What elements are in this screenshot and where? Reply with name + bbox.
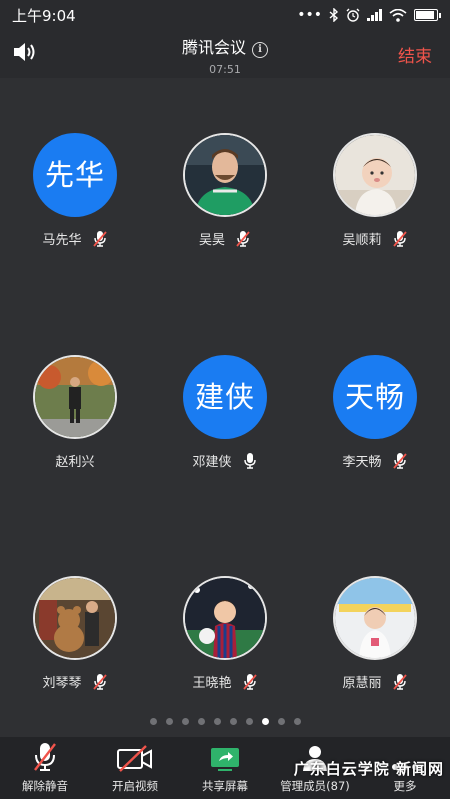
watermark: 广东白云学院 新闻网	[293, 760, 444, 778]
avatar	[33, 576, 117, 660]
mic-muted-icon	[392, 452, 407, 469]
participant-tile[interactable]: 先华 马先华	[0, 133, 150, 248]
participant-tile[interactable]: 刘琴琴	[0, 576, 150, 691]
participant-name: 吴昊	[198, 233, 225, 248]
participant-tile[interactable]: 建侠 邓建侠	[150, 355, 300, 470]
bluetooth-icon	[329, 8, 339, 22]
mic-muted-icon	[92, 230, 107, 247]
battery-icon	[414, 9, 441, 21]
participant-grid: 先华 马先华 吴昊 吴顺莉 赵利兴 建侠 邓建侠 天畅 李天畅 刘琴琴 王晓艳 …	[0, 78, 450, 728]
participant-name: 刘琴琴	[42, 676, 82, 691]
avatar	[183, 576, 267, 660]
page-dot[interactable]	[149, 718, 157, 725]
mic-muted-icon	[34, 743, 56, 771]
participant-tile[interactable]: 赵利兴	[0, 355, 150, 470]
video-off-icon	[117, 745, 152, 772]
unmute-label: 解除静音	[22, 779, 68, 793]
mic-on-icon	[243, 452, 256, 469]
share-screen-label: 共享屏幕	[202, 779, 248, 793]
participant-name: 王晓艳	[192, 676, 232, 691]
participant-name: 原慧丽	[342, 676, 382, 691]
unmute-button[interactable]: 解除静音	[0, 737, 90, 799]
page-dot[interactable]	[165, 718, 173, 725]
share-screen-icon	[211, 748, 239, 771]
page-dot[interactable]	[293, 718, 301, 725]
more-dots-icon: •••	[297, 7, 322, 23]
manage-members-label: 管理成员(87)	[280, 779, 350, 793]
page-dot[interactable]	[197, 718, 205, 725]
participant-tile[interactable]: 天畅 李天畅	[300, 355, 450, 470]
page-dot[interactable]	[245, 718, 253, 725]
meeting-title: 腾讯会议	[181, 38, 246, 57]
mic-muted-icon	[392, 673, 407, 690]
participant-tile[interactable]: 吴顺莉	[300, 133, 450, 248]
participant-name: 赵利兴	[55, 455, 95, 470]
avatar: 天畅	[333, 355, 417, 439]
info-icon[interactable]: i	[252, 42, 268, 58]
meeting-timer: 07:51	[209, 63, 241, 76]
status-bar: 上午9:04 •••	[0, 0, 450, 30]
avatar-photo-goalkeeper	[185, 135, 265, 215]
avatar: 先华	[33, 133, 117, 217]
participant-name: 李天畅	[342, 455, 382, 470]
page-dot[interactable]	[229, 718, 237, 725]
page-dot[interactable]	[213, 718, 221, 725]
bottom-toolbar: 解除静音 开启视频 共享屏幕 管理成员(87) 更多 广东白云学院 新闻网	[0, 737, 450, 799]
alarm-icon	[346, 8, 360, 22]
cell-signal-icon	[367, 9, 382, 21]
meeting-header: 腾讯会议 i 07:51 结束	[0, 30, 450, 78]
participant-tile[interactable]: 原慧丽	[300, 576, 450, 691]
avatar-photo-teddy-bear	[35, 578, 115, 658]
participant-name: 吴顺莉	[342, 233, 382, 248]
more-label: 更多	[393, 779, 417, 793]
wifi-icon	[389, 8, 407, 22]
share-screen-button[interactable]: 共享屏幕	[180, 737, 270, 799]
mic-muted-icon	[236, 230, 250, 247]
avatar-photo-child-soccer	[185, 578, 265, 658]
avatar	[333, 576, 417, 660]
avatar: 建侠	[183, 355, 267, 439]
status-icons: •••	[297, 7, 441, 23]
participant-tile[interactable]: 吴昊	[150, 133, 300, 248]
meeting-title-area: 腾讯会议 i 07:51	[0, 34, 450, 76]
avatar-photo-man-garden	[35, 357, 115, 437]
avatar-photo-little-girl	[335, 578, 415, 658]
avatar	[183, 133, 267, 217]
status-time: 上午9:04	[12, 6, 76, 25]
avatar	[333, 133, 417, 217]
participant-name: 邓建侠	[192, 455, 232, 470]
avatar-photo-baby	[335, 135, 415, 215]
page-dot[interactable]	[181, 718, 189, 725]
start-video-button[interactable]: 开启视频	[90, 737, 180, 799]
end-meeting-button[interactable]: 结束	[398, 42, 432, 67]
mic-muted-icon	[392, 230, 407, 247]
participant-name: 马先华	[42, 233, 82, 248]
page-indicator[interactable]	[0, 718, 450, 725]
page-dot[interactable]	[277, 718, 285, 725]
mic-muted-icon	[92, 673, 107, 690]
start-video-label: 开启视频	[112, 779, 158, 793]
mic-muted-icon	[242, 673, 257, 690]
page-dot[interactable]	[261, 718, 269, 725]
avatar	[33, 355, 117, 439]
participant-tile[interactable]: 王晓艳	[150, 576, 300, 691]
